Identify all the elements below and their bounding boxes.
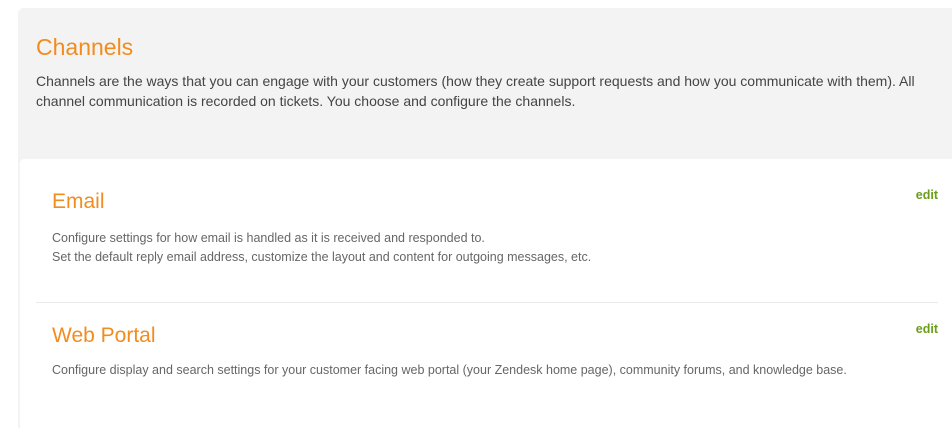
channel-email-edit-link[interactable]: edit	[916, 188, 938, 202]
channel-email-description-line: Set the default reply email address, cus…	[52, 250, 592, 264]
channel-email: Email edit Configure settings for how em…	[36, 159, 938, 303]
channel-web-portal-edit-link[interactable]: edit	[916, 322, 938, 336]
channel-web-portal-title: Web Portal	[52, 324, 156, 347]
channels-list: Email edit Configure settings for how em…	[20, 159, 952, 428]
channel-web-portal-description-line: Configure display and search settings fo…	[52, 363, 847, 377]
channel-web-portal: Web Portal edit Configure display and se…	[36, 303, 938, 428]
channels-description: Channels are the ways that you can engag…	[36, 73, 915, 109]
channels-panel: Channels Channels are the ways that you …	[18, 8, 952, 428]
channel-email-description-line: Configure settings for how email is hand…	[52, 231, 485, 245]
page-title: Channels	[36, 34, 134, 60]
channel-email-title: Email	[52, 190, 105, 213]
channel-email-description: Configure settings for how email is hand…	[52, 229, 912, 267]
channel-web-portal-description: Configure display and search settings fo…	[52, 361, 912, 380]
